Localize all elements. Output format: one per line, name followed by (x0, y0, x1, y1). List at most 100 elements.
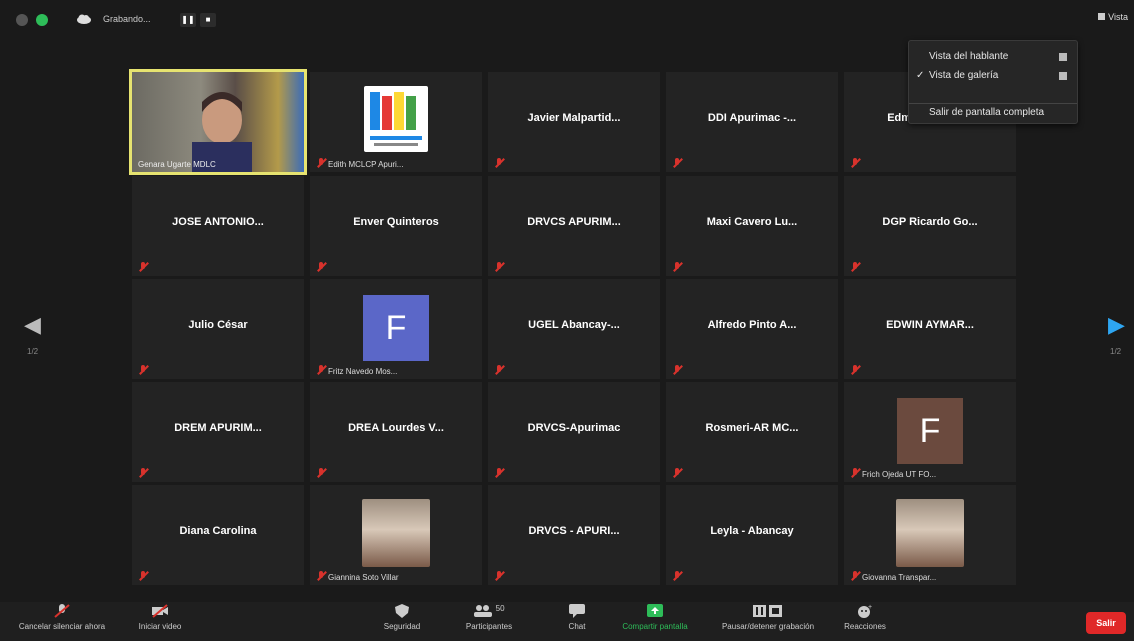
menu-exit-fullscreen[interactable]: Salir de pantalla completa (929, 107, 1044, 118)
stop-recording-button[interactable]: ■ (200, 13, 216, 27)
participant-name: Leyla - Abancay (710, 525, 794, 537)
muted-microphone-icon (672, 158, 682, 168)
muted-microphone-icon (672, 262, 682, 272)
participant-tile[interactable]: F Frich Ojeda UT FO... (844, 382, 1016, 482)
participant-tile[interactable]: DRVCS-Apurimac (488, 382, 660, 482)
security-button[interactable]: Seguridad (372, 604, 432, 631)
participant-name: Rosmeri-AR MC... (705, 422, 799, 434)
participant-name-label: Giannina Soto Villar (328, 573, 399, 582)
participant-tile[interactable]: DREM APURIM... (132, 382, 304, 482)
participants-icon: 50 (469, 604, 509, 618)
participant-tile[interactable]: Giannina Soto Villar (310, 485, 482, 585)
organization-logo (364, 86, 428, 152)
muted-microphone-icon (850, 262, 860, 272)
participant-tile[interactable]: DRVCS APURIM... (488, 176, 660, 276)
participant-photo (362, 499, 430, 567)
participant-video (132, 72, 304, 172)
svg-text:+: + (868, 604, 872, 611)
participant-avatar: F (363, 295, 429, 361)
participant-tile[interactable]: F Fritz Navedo Mos... (310, 279, 482, 379)
muted-microphone-icon (672, 571, 682, 581)
speaker-view-icon (1059, 53, 1067, 61)
participant-name: Enver Quinteros (353, 216, 439, 228)
participant-name: DRVCS APURIM... (527, 216, 621, 228)
participant-tile[interactable]: Giovanna Transpar... (844, 485, 1016, 585)
next-page-arrow-icon[interactable]: ▶ (1108, 312, 1125, 338)
participant-name: DREA Lourdes V... (348, 422, 444, 434)
participant-name-label: Genara Ugarte MDLC (138, 160, 216, 169)
muted-microphone-icon (672, 468, 682, 478)
recording-status: Grabando... (103, 14, 151, 24)
participant-tile[interactable]: EDWIN AYMAR... (844, 279, 1016, 379)
view-menu: Vista del hablante ✓ Vista de galería Sa… (908, 40, 1078, 124)
muted-microphone-icon (138, 365, 148, 375)
participant-tile[interactable]: DRVCS - APURI... (488, 485, 660, 585)
page-indicator-left: 1/2 (27, 347, 39, 356)
menu-speaker-view[interactable]: Vista del hablante (929, 51, 1008, 62)
participant-name: Alfredo Pinto A... (707, 319, 797, 331)
menu-divider (909, 103, 1077, 104)
muted-microphone-icon (316, 468, 326, 478)
gallery-view-icon (1059, 72, 1067, 80)
participant-tile[interactable]: Javier Malpartid... (488, 72, 660, 172)
participant-name: DRVCS-Apurimac (527, 422, 621, 434)
previous-page-arrow-icon[interactable]: ◀ (24, 312, 41, 338)
view-button-label: Vista (1108, 12, 1128, 22)
page-indicator-right: 1/2 (1110, 347, 1122, 356)
cloud-recording-icon (76, 12, 92, 24)
participant-tile[interactable]: DGP Ricardo Go... (844, 176, 1016, 276)
muted-microphone-icon (494, 365, 504, 375)
participant-tile[interactable]: Genara Ugarte MDLC (129, 69, 307, 175)
video-off-icon (152, 604, 168, 618)
participant-tile[interactable]: DDI Apurimac -... (666, 72, 838, 172)
participant-tile[interactable]: JOSE ANTONIO... (132, 176, 304, 276)
encryption-shield-icon[interactable] (36, 14, 48, 26)
participants-button[interactable]: 50 Participantes (456, 604, 522, 631)
muted-microphone-icon (316, 365, 326, 375)
muted-microphone-icon (850, 468, 860, 478)
participant-tile[interactable]: Julio César (132, 279, 304, 379)
unmute-button[interactable]: Cancelar silenciar ahora (2, 604, 122, 631)
participant-photo (896, 499, 964, 567)
participant-tile[interactable]: Enver Quinteros (310, 176, 482, 276)
pause-stop-label: Pausar/detener grabación (721, 622, 815, 631)
participant-name: EDWIN AYMAR... (886, 319, 974, 331)
muted-microphone-icon (850, 158, 860, 168)
participant-tile[interactable]: UGEL Abancay-... (488, 279, 660, 379)
info-icon[interactable] (16, 14, 28, 26)
pause-stop-recording-button[interactable]: Pausar/detener grabación (706, 604, 830, 631)
start-video-button[interactable]: Iniciar video (128, 604, 192, 631)
muted-microphone-icon (494, 158, 504, 168)
reactions-emoji-icon: + (857, 604, 873, 618)
menu-gallery-view[interactable]: Vista de galería (929, 70, 998, 81)
reactions-button[interactable]: + Reacciones (834, 604, 896, 631)
participant-name: UGEL Abancay-... (528, 319, 620, 331)
participant-tile[interactable]: Rosmeri-AR MC... (666, 382, 838, 482)
view-button[interactable]: Vista (1098, 12, 1128, 22)
participant-name: DGP Ricardo Go... (882, 216, 978, 228)
muted-microphone-icon (316, 571, 326, 581)
muted-microphone-icon (138, 571, 148, 581)
chat-button[interactable]: Chat (560, 604, 594, 631)
participant-tile[interactable]: Alfredo Pinto A... (666, 279, 838, 379)
participant-name-label: Fritz Navedo Mos... (328, 367, 398, 376)
participant-tile[interactable]: Maxi Cavero Lu... (666, 176, 838, 276)
share-screen-label: Compartir pantalla (622, 622, 688, 631)
participant-name-label: Frich Ojeda UT FO... (862, 470, 937, 479)
check-icon: ✓ (916, 70, 925, 81)
shield-icon (394, 604, 410, 618)
participant-tile[interactable]: Leyla - Abancay (666, 485, 838, 585)
top-bar: Grabando... ❚❚ ■ Vista (0, 0, 1134, 40)
muted-microphone-icon (138, 262, 148, 272)
leave-meeting-button[interactable]: Salir (1086, 612, 1126, 634)
muted-microphone-icon (494, 571, 504, 581)
muted-microphone-icon (316, 262, 326, 272)
share-screen-button[interactable]: Compartir pantalla (612, 604, 698, 631)
participant-name: JOSE ANTONIO... (172, 216, 264, 228)
participant-tile[interactable]: Edith MCLCP Apuri... (310, 72, 482, 172)
participant-tile[interactable]: Diana Carolina (132, 485, 304, 585)
participant-tile[interactable]: DREA Lourdes V... (310, 382, 482, 482)
muted-microphone-icon (672, 365, 682, 375)
pause-recording-button[interactable]: ❚❚ (180, 13, 196, 27)
participant-name: DREM APURIM... (174, 422, 262, 434)
